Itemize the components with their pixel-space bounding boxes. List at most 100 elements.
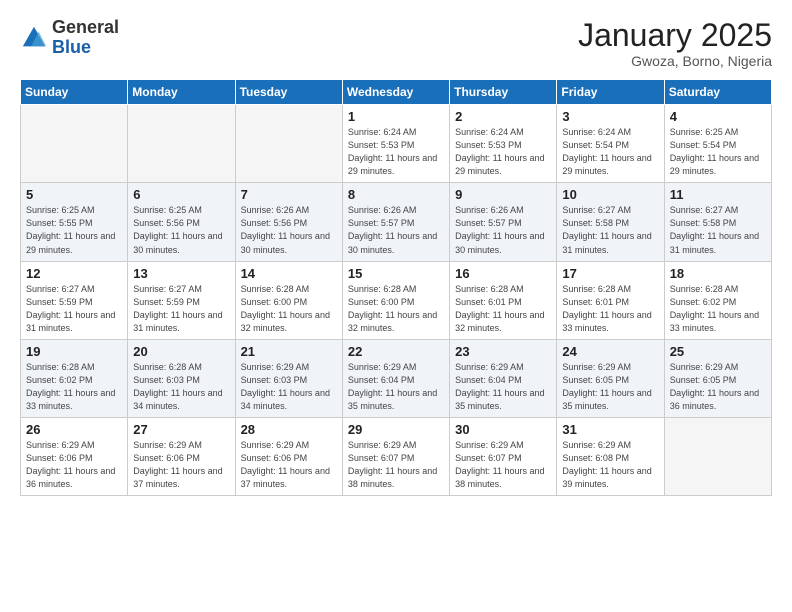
calendar-cell: 1 Sunrise: 6:24 AMSunset: 5:53 PMDaylight… [342,105,449,183]
calendar-cell [235,105,342,183]
calendar-cell: 10Sunrise: 6:27 AMSunset: 5:58 PMDayligh… [557,183,664,261]
day-info: Sunrise: 6:29 AMSunset: 6:08 PMDaylight:… [562,439,658,491]
day-number: 16 [455,266,551,281]
day-number: 23 [455,344,551,359]
day-number: 24 [562,344,658,359]
day-number: 10 [562,187,658,202]
calendar-cell: 24Sunrise: 6:29 AMSunset: 6:05 PMDayligh… [557,339,664,417]
weekday-header-saturday: Saturday [664,80,771,105]
week-row-5: 26 Sunrise: 6:29 AMSunset: 6:06 PMDayligh… [21,417,772,495]
day-info: Sunrise: 6:26 AMSunset: 5:56 PMDaylight:… [241,204,337,256]
week-row-1: 1 Sunrise: 6:24 AMSunset: 5:53 PMDaylight… [21,105,772,183]
day-number: 31 [562,422,658,437]
calendar-cell: 7 Sunrise: 6:26 AMSunset: 5:56 PMDaylight… [235,183,342,261]
day-number: 7 [241,187,337,202]
day-info: Sunrise: 6:29 AMSunset: 6:04 PMDaylight:… [348,361,444,413]
day-info: Sunrise: 6:29 AMSunset: 6:05 PMDaylight:… [670,361,766,413]
calendar-cell: 21Sunrise: 6:29 AMSunset: 6:03 PMDayligh… [235,339,342,417]
day-number: 13 [133,266,229,281]
day-number: 9 [455,187,551,202]
day-number: 18 [670,266,766,281]
page: General Blue January 2025 Gwoza, Borno, … [0,0,792,612]
day-info: Sunrise: 6:29 AMSunset: 6:07 PMDaylight:… [455,439,551,491]
day-info: Sunrise: 6:24 AMSunset: 5:54 PMDaylight:… [562,126,658,178]
day-info: Sunrise: 6:28 AMSunset: 6:01 PMDaylight:… [562,283,658,335]
day-info: Sunrise: 6:29 AMSunset: 6:06 PMDaylight:… [133,439,229,491]
day-number: 4 [670,109,766,124]
calendar-cell: 23 Sunrise: 6:29 AMSunset: 6:04 PMDayligh… [450,339,557,417]
calendar-cell: 28 Sunrise: 6:29 AMSunset: 6:06 PMDayligh… [235,417,342,495]
calendar-cell: 9 Sunrise: 6:26 AMSunset: 5:57 PMDaylight… [450,183,557,261]
day-info: Sunrise: 6:25 AMSunset: 5:56 PMDaylight:… [133,204,229,256]
calendar-cell: 13Sunrise: 6:27 AMSunset: 5:59 PMDayligh… [128,261,235,339]
day-info: Sunrise: 6:26 AMSunset: 5:57 PMDaylight:… [348,204,444,256]
day-info: Sunrise: 6:25 AMSunset: 5:55 PMDaylight:… [26,204,122,256]
title-area: January 2025 Gwoza, Borno, Nigeria [578,18,772,69]
calendar-cell: 15Sunrise: 6:28 AMSunset: 6:00 PMDayligh… [342,261,449,339]
calendar-cell: 11Sunrise: 6:27 AMSunset: 5:58 PMDayligh… [664,183,771,261]
day-number: 2 [455,109,551,124]
calendar-cell [128,105,235,183]
day-number: 6 [133,187,229,202]
day-info: Sunrise: 6:29 AMSunset: 6:06 PMDaylight:… [26,439,122,491]
day-number: 30 [455,422,551,437]
weekday-header-thursday: Thursday [450,80,557,105]
week-row-3: 12 Sunrise: 6:27 AMSunset: 5:59 PMDayligh… [21,261,772,339]
calendar-cell: 19 Sunrise: 6:28 AMSunset: 6:02 PMDayligh… [21,339,128,417]
day-info: Sunrise: 6:29 AMSunset: 6:04 PMDaylight:… [455,361,551,413]
weekday-header-sunday: Sunday [21,80,128,105]
day-info: Sunrise: 6:29 AMSunset: 6:07 PMDaylight:… [348,439,444,491]
calendar-cell: 18 Sunrise: 6:28 AMSunset: 6:02 PMDayligh… [664,261,771,339]
calendar-cell: 25 Sunrise: 6:29 AMSunset: 6:05 PMDayligh… [664,339,771,417]
day-number: 20 [133,344,229,359]
logo-blue-text: Blue [52,38,119,58]
day-number: 25 [670,344,766,359]
day-info: Sunrise: 6:29 AMSunset: 6:06 PMDaylight:… [241,439,337,491]
day-number: 19 [26,344,122,359]
day-number: 28 [241,422,337,437]
day-number: 14 [241,266,337,281]
location-title: Gwoza, Borno, Nigeria [578,53,772,69]
calendar: SundayMondayTuesdayWednesdayThursdayFrid… [20,79,772,496]
day-info: Sunrise: 6:28 AMSunset: 6:02 PMDaylight:… [670,283,766,335]
day-number: 5 [26,187,122,202]
calendar-cell [664,417,771,495]
calendar-cell: 5 Sunrise: 6:25 AMSunset: 5:55 PMDaylight… [21,183,128,261]
day-number: 3 [562,109,658,124]
header: General Blue January 2025 Gwoza, Borno, … [20,18,772,69]
calendar-cell: 27 Sunrise: 6:29 AMSunset: 6:06 PMDayligh… [128,417,235,495]
calendar-cell [21,105,128,183]
day-number: 17 [562,266,658,281]
day-number: 15 [348,266,444,281]
calendar-cell: 30 Sunrise: 6:29 AMSunset: 6:07 PMDayligh… [450,417,557,495]
logo-general-text: General [52,18,119,38]
day-number: 27 [133,422,229,437]
logo-icon [20,24,48,52]
calendar-cell: 20 Sunrise: 6:28 AMSunset: 6:03 PMDayligh… [128,339,235,417]
calendar-cell: 26 Sunrise: 6:29 AMSunset: 6:06 PMDayligh… [21,417,128,495]
day-info: Sunrise: 6:27 AMSunset: 5:59 PMDaylight:… [26,283,122,335]
calendar-cell: 31 Sunrise: 6:29 AMSunset: 6:08 PMDayligh… [557,417,664,495]
day-number: 8 [348,187,444,202]
day-number: 22 [348,344,444,359]
calendar-cell: 4 Sunrise: 6:25 AMSunset: 5:54 PMDaylight… [664,105,771,183]
weekday-header-row: SundayMondayTuesdayWednesdayThursdayFrid… [21,80,772,105]
day-info: Sunrise: 6:24 AMSunset: 5:53 PMDaylight:… [348,126,444,178]
weekday-header-wednesday: Wednesday [342,80,449,105]
day-info: Sunrise: 6:28 AMSunset: 6:03 PMDaylight:… [133,361,229,413]
day-info: Sunrise: 6:24 AMSunset: 5:53 PMDaylight:… [455,126,551,178]
week-row-2: 5 Sunrise: 6:25 AMSunset: 5:55 PMDaylight… [21,183,772,261]
calendar-cell: 16Sunrise: 6:28 AMSunset: 6:01 PMDayligh… [450,261,557,339]
weekday-header-monday: Monday [128,80,235,105]
day-number: 29 [348,422,444,437]
day-info: Sunrise: 6:28 AMSunset: 6:02 PMDaylight:… [26,361,122,413]
month-title: January 2025 [578,18,772,53]
day-info: Sunrise: 6:29 AMSunset: 6:03 PMDaylight:… [241,361,337,413]
calendar-cell: 22 Sunrise: 6:29 AMSunset: 6:04 PMDayligh… [342,339,449,417]
day-info: Sunrise: 6:26 AMSunset: 5:57 PMDaylight:… [455,204,551,256]
day-number: 1 [348,109,444,124]
day-info: Sunrise: 6:25 AMSunset: 5:54 PMDaylight:… [670,126,766,178]
day-number: 26 [26,422,122,437]
day-number: 12 [26,266,122,281]
logo: General Blue [20,18,119,58]
